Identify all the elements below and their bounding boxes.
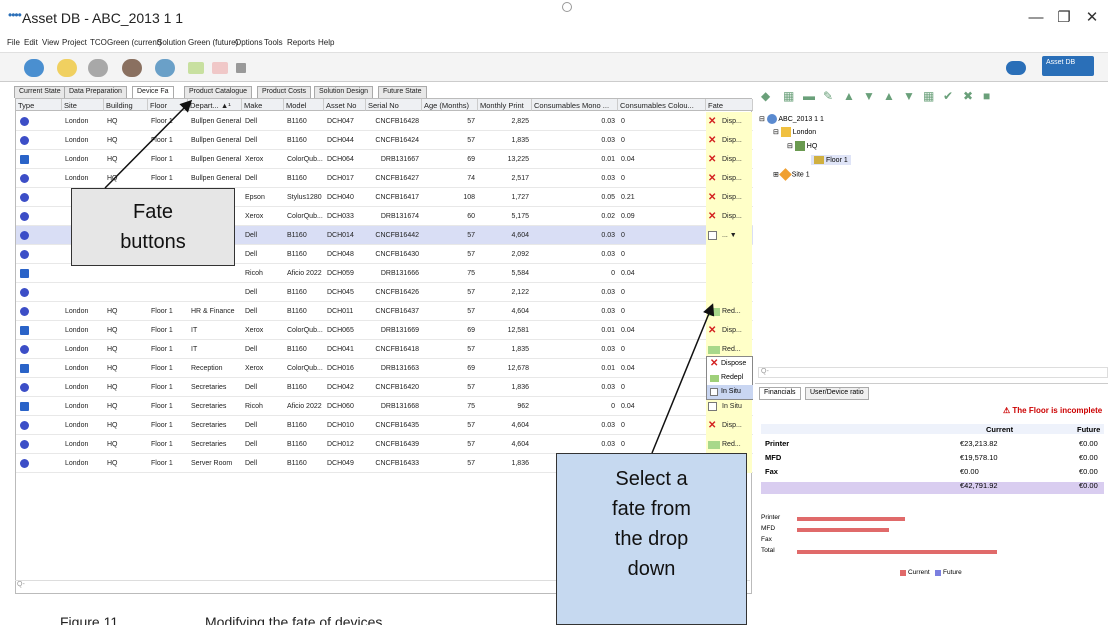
figure-caption: Modifying the fate of devices bbox=[205, 614, 383, 625]
arrow-to-dropdown bbox=[651, 303, 715, 454]
callout-arrows bbox=[104, 99, 715, 454]
figure-number: Figure 11 bbox=[60, 614, 119, 625]
arrow-to-fate-tab bbox=[104, 99, 193, 189]
